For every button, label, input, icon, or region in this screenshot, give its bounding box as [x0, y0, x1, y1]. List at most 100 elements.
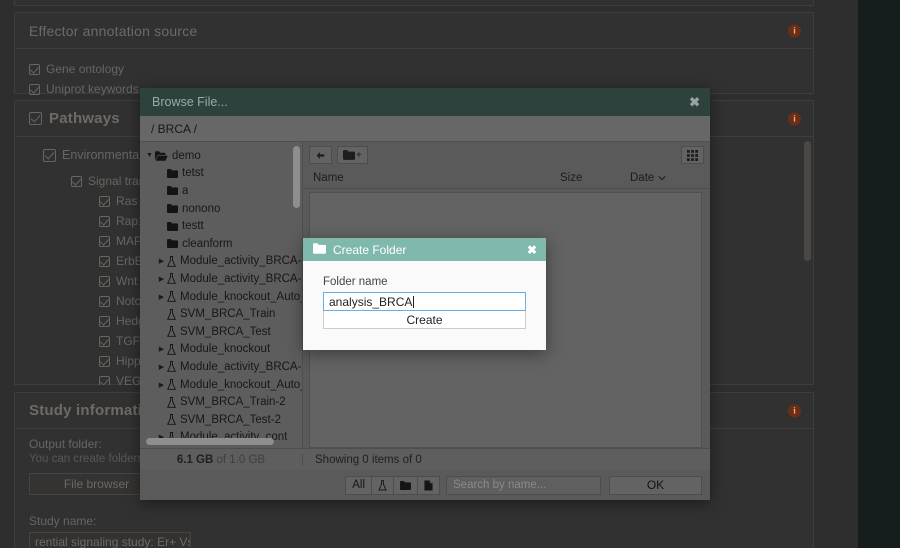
tree-item-label: Module_knockout [180, 343, 270, 355]
tree-horizontal-scrollbar[interactable] [146, 438, 274, 445]
checkbox-box [99, 296, 110, 307]
close-icon[interactable]: ✖ [689, 96, 700, 109]
checkbox-box [71, 176, 82, 187]
flask-icon [167, 291, 176, 302]
column-header-date-label: Date [630, 172, 654, 184]
flask-icon [167, 414, 176, 425]
flask-icon [167, 379, 176, 390]
flask-icon [167, 273, 176, 284]
folder-icon [167, 169, 178, 178]
tree-item[interactable]: cleanform [144, 235, 302, 253]
filter-file-icon[interactable] [417, 476, 440, 495]
filter-flask-icon[interactable] [371, 476, 394, 495]
folder-icon [167, 222, 178, 231]
ok-button[interactable]: OK [609, 476, 702, 495]
tree-item[interactable]: ▶Module_activity_BRCA-1-3 [144, 358, 302, 376]
file-toolbar: + [303, 142, 710, 168]
close-icon[interactable]: ✖ [527, 244, 537, 256]
flask-icon [167, 361, 176, 372]
checkbox-gene-ontology[interactable]: Gene ontology [29, 59, 799, 79]
effector-panel-title: Effector annotation source [29, 23, 197, 39]
column-header-name[interactable]: Name [313, 172, 560, 184]
info-icon[interactable]: i [788, 404, 801, 417]
chevron-right-icon[interactable]: ▶ [156, 293, 167, 301]
browse-status-bar: 6.1 GB of 1.0 GB Showing 0 items of 0 [140, 448, 710, 470]
effector-panel-header: Effector annotation source i [15, 13, 813, 49]
folder-icon [313, 243, 326, 257]
search-input[interactable]: Search by name... [446, 476, 601, 495]
tree-item-label: Module_activity_BRCA-1 [180, 255, 302, 267]
folder-icon [167, 204, 178, 213]
study-name-label: Study name: [29, 514, 799, 529]
tree-item[interactable]: a [144, 182, 302, 200]
tree-item-label: Module_knockout_Auto_KO [180, 291, 302, 303]
storage-usage: 6.1 GB of 1.0 GB [140, 454, 303, 466]
chevron-down-icon[interactable]: ▼ [144, 152, 155, 159]
tree-item[interactable]: SVM_BRCA_Test-2 [144, 411, 302, 429]
filter-folder-icon[interactable] [393, 476, 418, 495]
back-arrow-icon[interactable] [309, 146, 332, 164]
tree-item[interactable]: tetst [144, 165, 302, 183]
new-folder-icon[interactable]: + [337, 146, 368, 164]
tree-item-label: cleanform [182, 238, 233, 250]
tree-item[interactable]: testt [144, 217, 302, 235]
tree-item-label: nonono [182, 203, 220, 215]
flask-icon [167, 256, 176, 267]
tree-item[interactable]: SVM_BRCA_Test [144, 323, 302, 341]
info-icon[interactable]: i [788, 112, 801, 125]
tree-vertical-scrollbar[interactable] [293, 146, 300, 208]
tree-item[interactable]: ▶ Module_knockout_Auto_KO [144, 288, 302, 306]
open-folder-icon [155, 151, 168, 161]
chevron-down-icon [658, 175, 666, 181]
tree-item[interactable]: ▶Module_knockout_Auto_KO [144, 376, 302, 394]
create-folder-header: Create Folder ✖ [303, 238, 546, 261]
flask-icon [167, 309, 176, 320]
create-folder-modal: Create Folder ✖ Folder name analysis_BRC… [303, 238, 546, 350]
pathways-master-checkbox[interactable] [29, 112, 42, 125]
checkbox-box [29, 84, 40, 95]
study-name-input[interactable]: rential signaling study: Er+ Vs Er [29, 532, 191, 548]
create-button[interactable]: Create [323, 311, 526, 329]
chevron-right-icon[interactable]: ▶ [156, 345, 167, 353]
new-folder-plus: + [356, 150, 362, 161]
checkbox-box [43, 149, 56, 162]
checkbox-box [99, 236, 110, 247]
tree-item[interactable]: SVM_BRCA_Train-2 [144, 393, 302, 411]
grid-view-icon[interactable] [681, 146, 704, 164]
tree-item[interactable]: ▶ Module_knockout [144, 341, 302, 359]
folder-tree-panel[interactable]: ▼demotetstanononotesttcleanform▶Module_a… [140, 142, 303, 448]
breadcrumb[interactable]: / BRCA / [140, 116, 710, 142]
tree-item[interactable]: nonono [144, 200, 302, 218]
tree-item-label: demo [172, 150, 201, 162]
file-list-columns: Name Size Date [303, 168, 710, 189]
checkbox-box [99, 376, 110, 386]
folder-name-input[interactable]: analysis_BRCA [323, 292, 526, 311]
tree-item[interactable]: SVM_BRCA_Train [144, 305, 302, 323]
folder-tree-list: ▼demotetstanononotesttcleanform▶Module_a… [140, 142, 302, 446]
chevron-right-icon[interactable]: ▶ [156, 257, 167, 265]
chevron-right-icon[interactable]: ▶ [156, 363, 167, 371]
pathways-scrollbar-thumb[interactable] [804, 141, 811, 261]
folder-name-label: Folder name [323, 276, 526, 288]
filter-all-button[interactable]: All [345, 476, 372, 495]
chevron-right-icon[interactable]: ▶ [156, 381, 167, 389]
tree-item[interactable]: ▼ demo [144, 147, 302, 165]
info-icon[interactable]: i [788, 24, 801, 37]
tree-item[interactable]: ▶ Module_activity_BRCA-1 [144, 253, 302, 271]
checkbox-label: Gene ontology [46, 60, 124, 78]
tree-item-label: SVM_BRCA_Test [180, 326, 271, 338]
storage-used: 6.1 GB [177, 454, 213, 466]
checkbox-box [99, 356, 110, 367]
chevron-right-icon[interactable]: ▶ [156, 275, 167, 283]
browse-dialog-title: Browse File... [152, 95, 228, 109]
column-header-date[interactable]: Date [630, 172, 700, 184]
text-caret [413, 296, 414, 308]
folder-name-value: analysis_BRCA [329, 295, 412, 309]
pathways-panel-title: Pathways [49, 110, 120, 127]
tree-item[interactable]: ▶Module_activity_BRCA-1-1 [144, 270, 302, 288]
checkbox-box [99, 316, 110, 327]
checkbox-box [99, 276, 110, 287]
column-header-size[interactable]: Size [560, 172, 630, 184]
tree-item-label: tetst [182, 167, 204, 179]
tree-item-label: SVM_BRCA_Train-2 [180, 396, 286, 408]
